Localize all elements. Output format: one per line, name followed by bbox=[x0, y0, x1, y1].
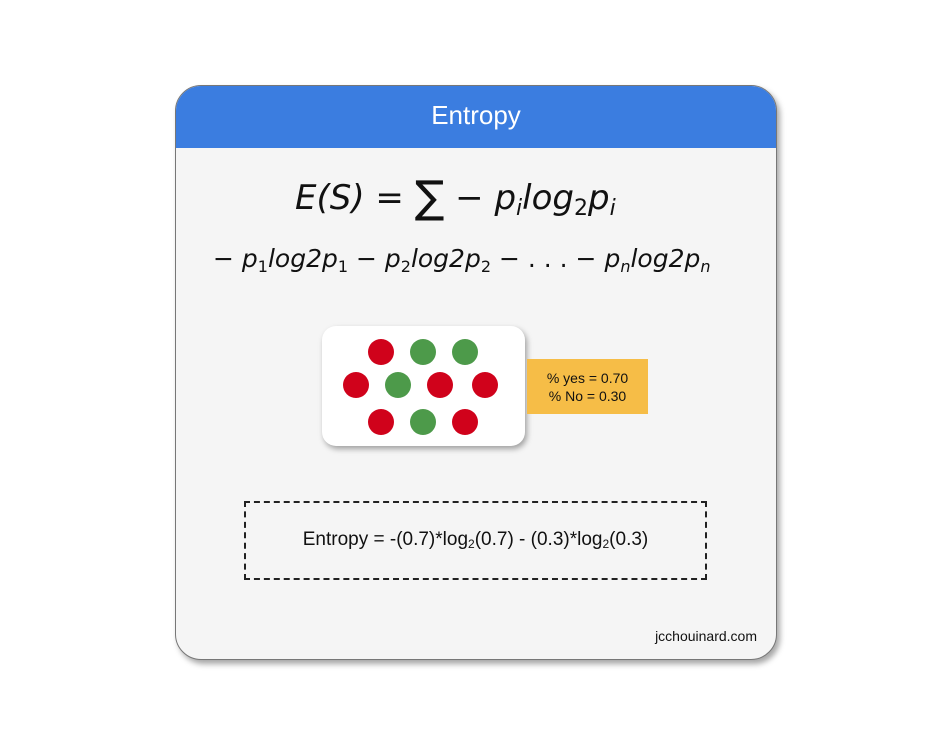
term1-log: log2p bbox=[267, 244, 338, 273]
green-dot bbox=[452, 339, 478, 365]
calc-sub1: 2 bbox=[468, 537, 475, 551]
entropy-calculation: Entropy = -(0.7)*log2(0.7) - (0.3)*log2(… bbox=[246, 529, 705, 551]
card-title: Entropy bbox=[431, 100, 521, 130]
red-dot bbox=[368, 339, 394, 365]
entropy-formula: E(S) = ∑ − pilog2pi bbox=[295, 172, 616, 223]
formula-term-p: − p bbox=[444, 178, 517, 218]
calc-part2: (0.7) - (0.3)*log bbox=[474, 529, 603, 550]
probability-callout: % yes = 0.70 % No = 0.30 bbox=[527, 359, 648, 414]
green-dot bbox=[410, 409, 436, 435]
term1-sub: 1 bbox=[257, 257, 268, 276]
term1-p: − p bbox=[213, 244, 258, 273]
calc-part1: Entropy = -(0.7)*log bbox=[302, 529, 469, 550]
no-ratio: % No = 0.30 bbox=[548, 388, 627, 404]
calc-part3: (0.3) bbox=[609, 529, 649, 550]
formula-sub-i-2: i bbox=[609, 196, 616, 221]
entropy-calculation-box: Entropy = -(0.7)*log2(0.7) - (0.3)*log2(… bbox=[244, 501, 707, 580]
ellipsis: − . . . bbox=[491, 244, 576, 273]
formula-p: p bbox=[588, 178, 610, 218]
term2-log: log2p bbox=[410, 244, 481, 273]
source-credit: jcchouinard.com bbox=[655, 628, 757, 644]
term2-sub2: 2 bbox=[480, 257, 492, 276]
formula-lhs: E(S) = bbox=[295, 178, 415, 218]
formula-sub-2: 2 bbox=[574, 196, 589, 221]
term2-sub: 2 bbox=[400, 257, 411, 276]
green-dot bbox=[385, 372, 411, 398]
red-dot bbox=[368, 409, 394, 435]
green-dot bbox=[410, 339, 436, 365]
termn-log: log2p bbox=[630, 244, 701, 273]
red-dot bbox=[452, 409, 478, 435]
termn-p: − p bbox=[575, 244, 621, 273]
red-dot bbox=[343, 372, 369, 398]
sigma-symbol: ∑ bbox=[414, 172, 445, 223]
termn-sub2: n bbox=[700, 257, 711, 276]
sample-dots-box bbox=[322, 326, 525, 446]
card-header: Entropy bbox=[176, 86, 776, 148]
entropy-expansion: − p1log2p1 − p2log2p2 − . . . − pnlog2pn bbox=[213, 244, 710, 276]
term2-p: − p bbox=[348, 244, 401, 273]
term1-sub2: 1 bbox=[337, 257, 349, 276]
yes-ratio: % yes = 0.70 bbox=[546, 370, 629, 386]
formula-log: log bbox=[522, 178, 575, 218]
red-dot bbox=[472, 372, 498, 398]
termn-sub: n bbox=[620, 257, 631, 276]
red-dot bbox=[427, 372, 453, 398]
